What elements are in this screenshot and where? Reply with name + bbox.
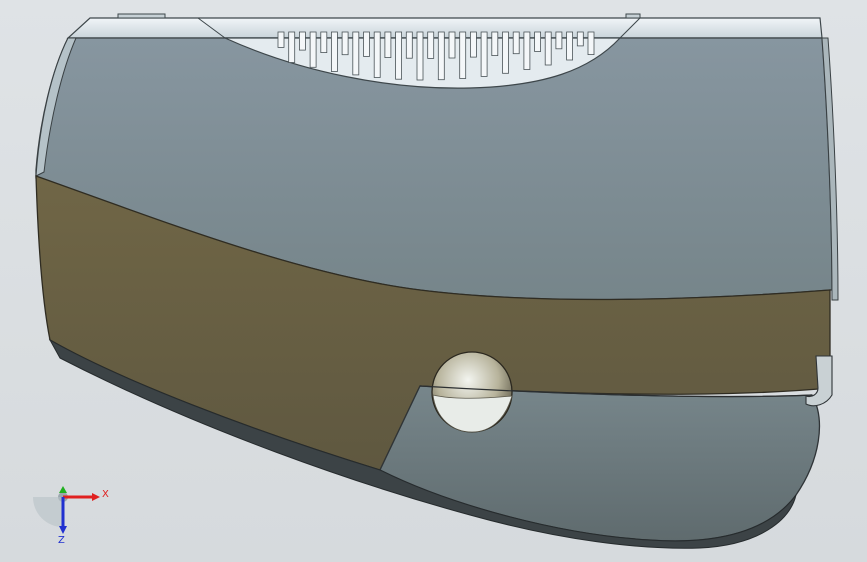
vent-slot [491, 31, 499, 57]
vent-slot [330, 31, 338, 72]
vent-slot [523, 31, 531, 70]
vent-slot [587, 31, 595, 56]
vent-slot [395, 31, 403, 80]
cad-model-view[interactable]: X Z [0, 0, 867, 562]
vent-slot [555, 31, 563, 50]
vent-slot [576, 31, 584, 47]
vent-slot [502, 31, 509, 74]
vent-slot [405, 31, 413, 59]
y-axis-marker [59, 486, 67, 493]
vent-slot [437, 31, 445, 81]
vent-slot [373, 31, 381, 78]
vent-slot [309, 31, 317, 68]
top-rail[interactable] [66, 17, 823, 39]
x-axis-label: X [102, 489, 109, 500]
graphics-viewport[interactable]: X Z [0, 0, 867, 562]
vent-slot [416, 31, 424, 81]
vent-slot [298, 31, 306, 51]
vent-slot [459, 31, 467, 79]
top-rail-tab-left [117, 13, 166, 19]
vent-slot [566, 31, 573, 61]
vent-slot [427, 31, 435, 59]
triad-sphere-shade [33, 497, 63, 527]
vent-slot [544, 31, 552, 66]
vent-slot [352, 31, 360, 76]
vent-slot [363, 31, 370, 57]
x-axis-arrow [92, 493, 100, 501]
coordinate-triad[interactable]: X Z [33, 486, 109, 546]
vent-slot [469, 31, 477, 58]
vent-slot [480, 31, 488, 77]
top-rail-tab-right [625, 13, 641, 19]
vent-slot [277, 31, 285, 48]
z-axis-arrow [59, 526, 67, 534]
vent-slot [448, 31, 456, 59]
z-axis-label: Z [58, 535, 65, 546]
vent-slot [384, 31, 392, 59]
vent-slot [512, 31, 520, 55]
vent-slot [288, 31, 296, 63]
vent-slot [341, 31, 349, 56]
vent-slot [320, 31, 328, 54]
vent-slot [534, 31, 541, 52]
